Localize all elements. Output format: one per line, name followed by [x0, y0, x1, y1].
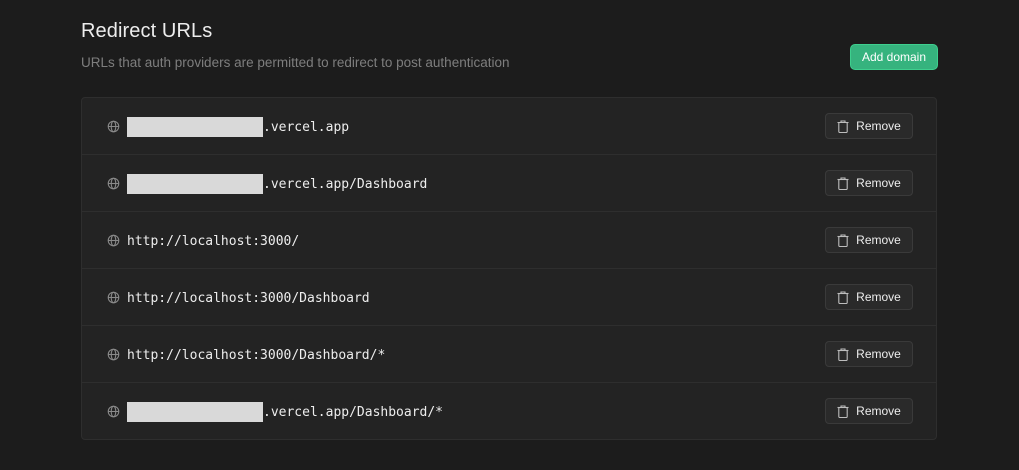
remove-button[interactable]: Remove	[825, 284, 913, 310]
url-row: http://localhost:3000/Dashboard Remove	[82, 269, 936, 326]
remove-button[interactable]: Remove	[825, 227, 913, 253]
remove-button[interactable]: Remove	[825, 398, 913, 424]
remove-button-label: Remove	[856, 290, 901, 304]
redirect-url-list: .vercel.app Remove .vercel.app/Dashboard…	[81, 97, 937, 440]
trash-icon	[837, 176, 849, 190]
remove-button-label: Remove	[856, 404, 901, 418]
url-value: http://localhost:3000/Dashboard	[127, 290, 370, 306]
globe-icon	[107, 291, 120, 304]
url-value: .vercel.app/Dashboard/*	[263, 404, 444, 420]
url-row: .vercel.app Remove	[82, 98, 936, 155]
redacted-domain	[127, 402, 263, 422]
url-row: http://localhost:3000/ Remove	[82, 212, 936, 269]
trash-icon	[837, 119, 849, 133]
remove-button[interactable]: Remove	[825, 341, 913, 367]
section-header: Redirect URLs URLs that auth providers a…	[81, 0, 938, 98]
url-text: .vercel.app	[127, 117, 349, 137]
url-row: .vercel.app/Dashboard/* Remove	[82, 383, 936, 439]
url-text: http://localhost:3000/Dashboard/*	[127, 345, 385, 365]
url-value: http://localhost:3000/Dashboard/*	[127, 347, 386, 363]
globe-icon	[107, 177, 120, 190]
remove-button[interactable]: Remove	[825, 113, 913, 139]
url-value: http://localhost:3000/	[127, 233, 300, 249]
globe-icon	[107, 405, 120, 418]
trash-icon	[837, 233, 849, 247]
url-row: .vercel.app/Dashboard Remove	[82, 155, 936, 212]
redacted-domain	[127, 174, 263, 194]
url-value: .vercel.app/Dashboard	[263, 176, 428, 192]
url-text: .vercel.app/Dashboard/*	[127, 402, 443, 422]
url-value: .vercel.app	[263, 119, 350, 135]
section-title: Redirect URLs	[81, 20, 213, 42]
globe-icon	[107, 120, 120, 133]
trash-icon	[837, 347, 849, 361]
url-text: http://localhost:3000/Dashboard	[127, 288, 370, 308]
remove-button-label: Remove	[856, 119, 901, 133]
add-domain-button[interactable]: Add domain	[850, 44, 938, 70]
redirect-urls-section: Redirect URLs URLs that auth providers a…	[81, 0, 938, 440]
url-text: http://localhost:3000/	[127, 231, 299, 251]
trash-icon	[837, 404, 849, 418]
remove-button-label: Remove	[856, 233, 901, 247]
globe-icon	[107, 234, 120, 247]
section-subtitle: URLs that auth providers are permitted t…	[81, 55, 510, 70]
remove-button[interactable]: Remove	[825, 170, 913, 196]
url-text: .vercel.app/Dashboard	[127, 174, 427, 194]
redacted-domain	[127, 117, 263, 137]
globe-icon	[107, 348, 120, 361]
remove-button-label: Remove	[856, 347, 901, 361]
url-row: http://localhost:3000/Dashboard/* Remove	[82, 326, 936, 383]
remove-button-label: Remove	[856, 176, 901, 190]
trash-icon	[837, 290, 849, 304]
